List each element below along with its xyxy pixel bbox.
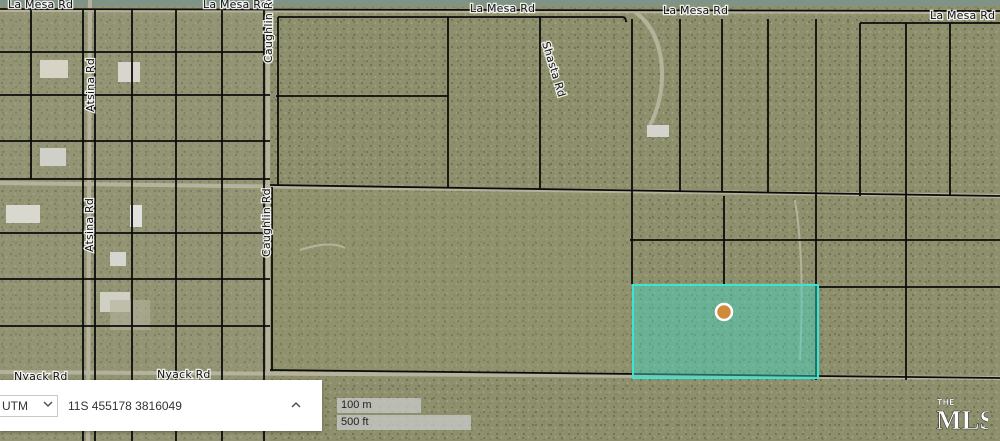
road-label-atsina-2: Atsina Rd [83, 198, 96, 252]
road-label-la-mesa-e1: La Mesa Rd [470, 2, 535, 15]
coordinate-system-value: UTM [2, 398, 28, 413]
chevron-up-icon [291, 395, 301, 413]
scale-bar-imperial: 500 ft [337, 415, 471, 430]
satellite-map[interactable]: La Mesa Rd La Mesa Rd La Mesa Rd La Mesa… [0, 0, 1000, 441]
mls-logo: THE MLS ™ [936, 398, 988, 435]
road-label-caughlin-2: Caughlin Rd [260, 188, 273, 257]
location-marker[interactable] [714, 302, 734, 322]
logo-trademark: ™ [980, 426, 986, 433]
road-label-caughlin-1: Caughlin Rd [262, 0, 275, 63]
road-label-atsina-1: Atsina Rd [84, 58, 97, 112]
road-label-la-mesa-w: La Mesa Rd [8, 0, 73, 11]
coordinate-system-select[interactable]: UTM [0, 394, 58, 417]
scale-imperial-label: 500 ft [341, 416, 369, 428]
scale-metric-label: 100 m [341, 399, 372, 411]
chevron-down-icon [43, 400, 53, 411]
road-label-la-mesa-s: La Mesa Rd [930, 9, 995, 22]
road-label-la-mesa-c: La Mesa Rd [203, 0, 268, 11]
coordinate-readout: 11S 455178 3816049 [68, 398, 182, 413]
coordinate-bar: UTM 11S 455178 3816049 [0, 380, 322, 431]
subject-parcel[interactable] [632, 284, 819, 379]
collapse-button[interactable] [288, 396, 304, 412]
road-label-la-mesa-e2: La Mesa Rd [663, 4, 728, 17]
highlighted-parcel[interactable] [632, 284, 819, 379]
scale-bar-metric: 100 m [337, 398, 421, 413]
